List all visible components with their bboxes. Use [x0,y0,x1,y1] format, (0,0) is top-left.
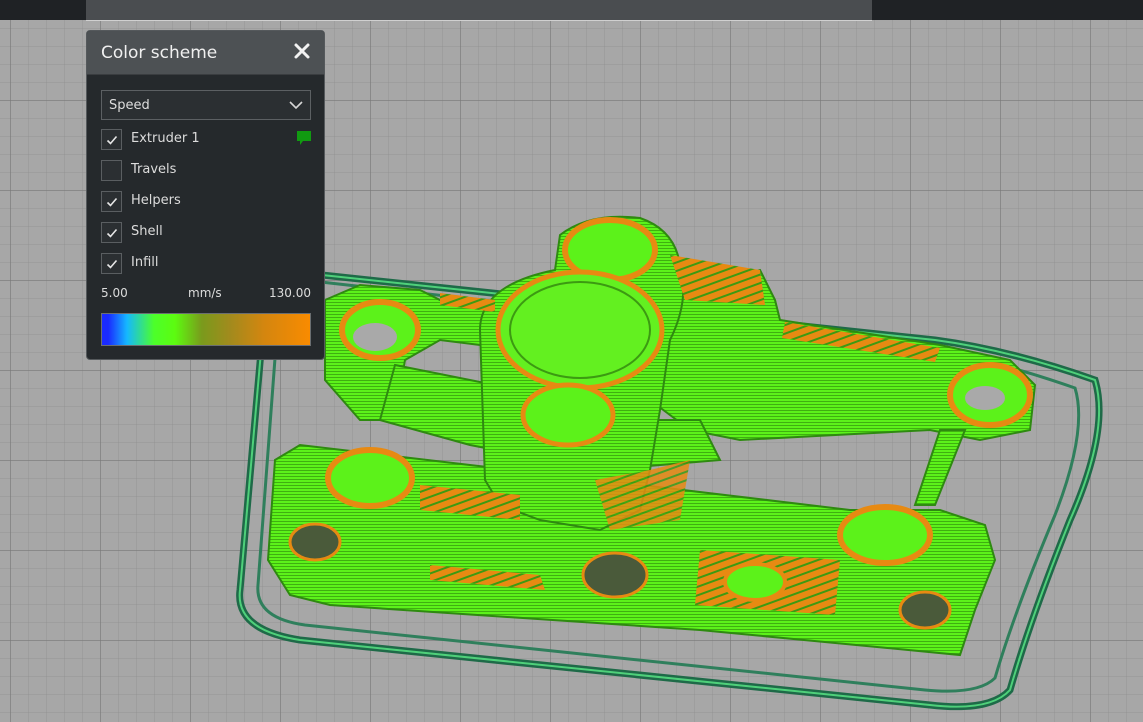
option-travels[interactable]: Travels [101,160,311,182]
model-base-boss-left [325,447,415,509]
close-button[interactable] [292,40,312,62]
checkmark-icon [106,135,118,145]
checkbox-travels[interactable] [101,160,122,181]
model-infill-5 [670,255,765,305]
model-base-hole-2 [581,551,649,599]
panel-header: Color scheme [87,31,324,75]
checkbox-infill[interactable] [101,253,122,274]
model-right-hole [965,386,1005,410]
checkbox-extruder-1[interactable] [101,129,122,150]
dropdown-selected-value: Speed [109,98,150,113]
model-base-hole-3 [723,562,787,602]
model-base-hole-4 [898,590,952,630]
speed-gradient-legend [101,313,311,346]
range-max: 130.00 [269,286,311,300]
range-unit: mm/s [188,286,222,300]
checkbox-shell[interactable] [101,222,122,243]
option-extruder-1[interactable]: Extruder 1 [101,129,311,151]
model-base-boss-right [837,504,933,566]
option-helpers[interactable]: Helpers [101,191,311,213]
option-infill[interactable]: Infill [101,253,311,275]
model-right-strut [913,429,967,506]
option-label: Extruder 1 [131,131,200,146]
option-label: Infill [131,255,159,270]
model-lower-hole [520,382,616,448]
speed-range-labels: 5.00 mm/s 130.00 [101,286,311,302]
checkmark-icon [106,197,118,207]
close-icon [294,43,310,59]
color-scheme-dropdown[interactable]: Speed [101,90,311,120]
option-label: Helpers [131,193,181,208]
option-label: Travels [131,162,177,177]
range-min: 5.00 [101,286,128,300]
option-label: Shell [131,224,163,239]
panel-title: Color scheme [101,43,218,63]
checkbox-helpers[interactable] [101,191,122,212]
extruder-color-swatch-icon[interactable] [297,131,311,145]
option-shell[interactable]: Shell [101,222,311,244]
model-left-hole [353,323,397,351]
model-base-hole-1 [288,522,342,562]
checkmark-icon [106,259,118,269]
color-scheme-panel: Color scheme Speed Extruder 1 Travels He… [86,30,325,360]
chevron-down-icon [289,101,303,110]
model-bore [495,269,665,391]
checkmark-icon [106,228,118,238]
